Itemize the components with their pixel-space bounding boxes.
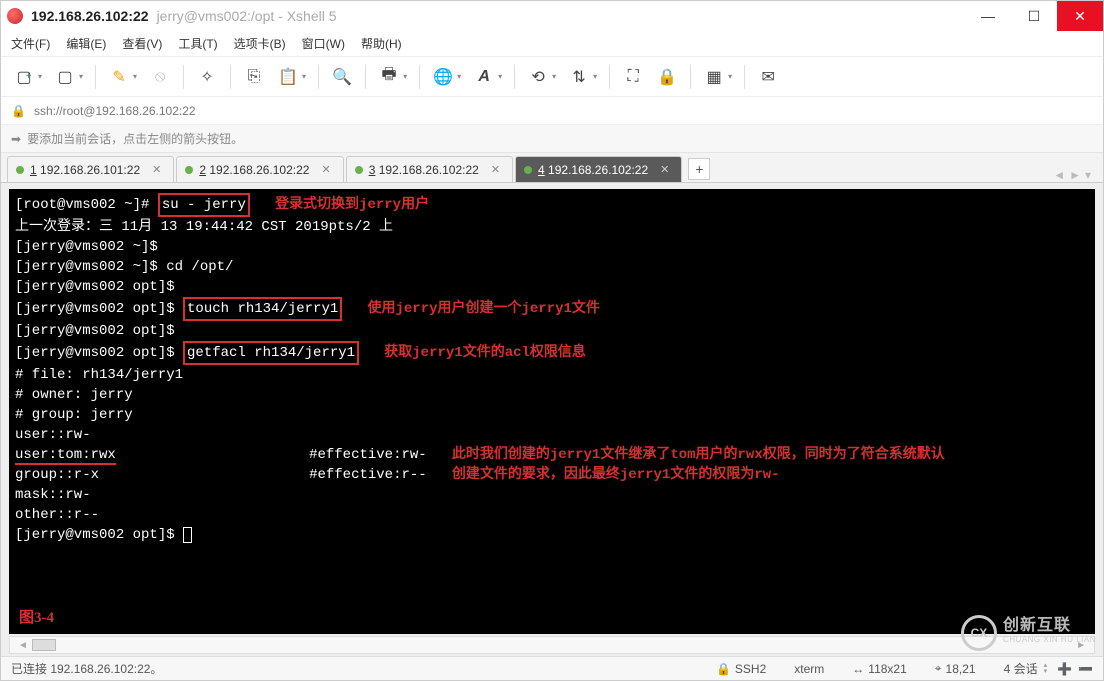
paste-icon[interactable]: 📋	[277, 66, 299, 88]
menu-file[interactable]: 文件(F)	[11, 35, 50, 52]
tab-close-icon[interactable]: ✕	[152, 163, 161, 176]
dropdown-icon[interactable]: ▾	[457, 72, 461, 81]
minimize-button[interactable]: —	[965, 1, 1011, 31]
dropdown-icon[interactable]: ▾	[133, 72, 137, 81]
find-icon[interactable]: 🔍	[331, 66, 353, 88]
watermark-logo-icon: CX	[961, 615, 997, 651]
compose-icon[interactable]: ✉	[757, 66, 779, 88]
status-connected: 已连接 192.168.26.102:22。	[11, 660, 162, 677]
properties-icon[interactable]: ✧	[196, 66, 218, 88]
font-icon[interactable]: A	[473, 66, 495, 88]
reconnect-icon[interactable]: ✎	[108, 66, 130, 88]
tab-label: 1 192.168.26.101:22	[30, 163, 140, 177]
dropdown-icon[interactable]: ▾	[552, 72, 556, 81]
menu-view[interactable]: 查看(V)	[122, 35, 162, 52]
tab-scroll-left-icon[interactable]: ◄	[1053, 168, 1065, 182]
dropdown-icon[interactable]: ▾	[38, 72, 42, 81]
tab-label: 3 192.168.26.102:22	[369, 163, 479, 177]
scroll-thumb[interactable]	[32, 639, 56, 651]
dropdown-icon[interactable]: ▾	[593, 72, 597, 81]
horizontal-scrollbar[interactable]: ◄ ►	[9, 636, 1095, 654]
status-dot-icon	[355, 166, 363, 174]
fullscreen-icon[interactable]: ⛶	[622, 66, 644, 88]
scroll-left-icon[interactable]: ◄	[14, 640, 32, 651]
window-title-main: 192.168.26.102:22	[31, 8, 149, 24]
cursor-icon: ⌖	[935, 661, 942, 676]
menu-window[interactable]: 窗口(W)	[302, 35, 345, 52]
status-dot-icon	[16, 166, 24, 174]
annotation: 获取jerry1文件的acl权限信息	[384, 345, 586, 361]
close-button[interactable]: ✕	[1057, 1, 1103, 31]
transfer-icon[interactable]: ⇅	[568, 66, 590, 88]
status-size: 118x21	[868, 662, 906, 676]
maximize-button[interactable]: ☐	[1011, 1, 1057, 31]
tab-label: 4 192.168.26.102:22	[538, 163, 648, 177]
address-bar: 🔒 ssh://root@192.168.26.102:22	[1, 97, 1103, 125]
tab-menu-icon[interactable]: ▾	[1085, 168, 1091, 182]
highlighted-command: touch rh134/jerry1	[183, 297, 342, 321]
tab-close-icon[interactable]: ✕	[660, 163, 669, 176]
dropdown-icon[interactable]: ▾	[403, 72, 407, 81]
tab-close-icon[interactable]: ✕	[491, 163, 500, 176]
annotation: 使用jerry用户创建一个jerry1文件	[367, 301, 599, 317]
layout-icon[interactable]: ▦	[703, 66, 725, 88]
disconnect-icon[interactable]: ⦸	[149, 66, 171, 88]
annotation: 登录式切换到jerry用户	[275, 197, 429, 213]
dropdown-icon[interactable]: ▾	[498, 72, 502, 81]
dropdown-icon[interactable]: ▾	[302, 72, 306, 81]
hint-text: 要添加当前会话，点击左侧的箭头按钮。	[27, 130, 243, 147]
app-icon	[7, 8, 23, 24]
status-dot-icon	[185, 166, 193, 174]
menu-help[interactable]: 帮助(H)	[361, 35, 402, 52]
new-session-icon[interactable]: ▢+	[13, 66, 35, 88]
globe-icon[interactable]: 🌐	[432, 66, 454, 88]
terminal[interactable]: [root@vms002 ~]# su - jerry 登录式切换到jerry用…	[9, 189, 1095, 634]
address-text[interactable]: ssh://root@192.168.26.102:22	[34, 104, 196, 118]
watermark: CX 创新互联 CHUANG XIN HU LIAN	[961, 615, 1096, 651]
status-bar: 已连接 192.168.26.102:22。 🔒 SSH2 xterm ↔ 118x…	[1, 656, 1103, 680]
lock-small-icon: 🔒	[11, 104, 26, 118]
status-sessions: 4 会话	[1004, 660, 1038, 677]
highlighted-acl: user:tom:rwx	[15, 447, 116, 465]
open-icon[interactable]: ▢	[54, 66, 76, 88]
tab-bar: 1 192.168.26.101:22 ✕ 2 192.168.26.102:2…	[1, 153, 1103, 183]
window-titlebar: 192.168.26.102:22 jerry@vms002:/opt - Xs…	[1, 1, 1103, 31]
window-title-sub: jerry@vms002:/opt - Xshell 5	[157, 8, 337, 24]
menu-tools[interactable]: 工具(T)	[178, 35, 217, 52]
status-ssh: SSH2	[735, 662, 766, 676]
hint-bar: ➡ 要添加当前会话，点击左侧的箭头按钮。	[1, 125, 1103, 153]
lock-icon[interactable]: 🔒	[656, 66, 678, 88]
add-tab-button[interactable]: +	[688, 158, 710, 180]
session-tab-1[interactable]: 1 192.168.26.101:22 ✕	[7, 156, 174, 182]
status-dot-icon	[524, 166, 532, 174]
dropdown-icon[interactable]: ▾	[728, 72, 732, 81]
highlighted-command: su - jerry	[158, 193, 250, 217]
dropdown-icon[interactable]: ▾	[79, 72, 83, 81]
print-icon[interactable]: 🖶	[378, 66, 400, 88]
tab-label: 2 192.168.26.102:22	[199, 163, 309, 177]
status-term: xterm	[794, 662, 824, 676]
session-tab-4[interactable]: 4 192.168.26.102:22 ✕	[515, 156, 682, 182]
copy-icon[interactable]: ⎘	[243, 66, 265, 88]
arrow-icon[interactable]: ➡	[11, 132, 21, 146]
menu-tabs[interactable]: 选项卡(B)	[234, 35, 286, 52]
figure-label: 图3-4	[19, 608, 54, 628]
session-tab-2[interactable]: 2 192.168.26.102:22 ✕	[176, 156, 343, 182]
highlighted-command: getfacl rh134/jerry1	[183, 341, 359, 365]
refresh-icon[interactable]: ⟲	[527, 66, 549, 88]
ssh-lock-icon: 🔒	[716, 662, 731, 676]
resize-icon: ↔	[852, 662, 864, 676]
menu-edit[interactable]: 编辑(E)	[66, 35, 106, 52]
tab-scroll-right-icon[interactable]: ►	[1069, 168, 1081, 182]
toolbar: ▢+▾ ▢▾ ✎▾ ⦸ ✧ ⎘ 📋▾ 🔍 🖶▾ 🌐▾ A▾ ⟲▾ ⇅▾ ⛶ 🔒 …	[1, 57, 1103, 97]
tab-close-icon[interactable]: ✕	[321, 163, 330, 176]
menu-bar: 文件(F) 编辑(E) 查看(V) 工具(T) 选项卡(B) 窗口(W) 帮助(…	[1, 31, 1103, 57]
status-pos: 18,21	[946, 662, 976, 676]
annotation: 创建文件的要求，因此最终jerry1文件的权限为rw-	[452, 467, 780, 483]
session-tab-3[interactable]: 3 192.168.26.102:22 ✕	[346, 156, 513, 182]
annotation: 此时我们创建的jerry1文件继承了tom用户的rwx权限，同时为了符合系统默认	[452, 447, 945, 463]
terminal-cursor	[183, 527, 192, 543]
